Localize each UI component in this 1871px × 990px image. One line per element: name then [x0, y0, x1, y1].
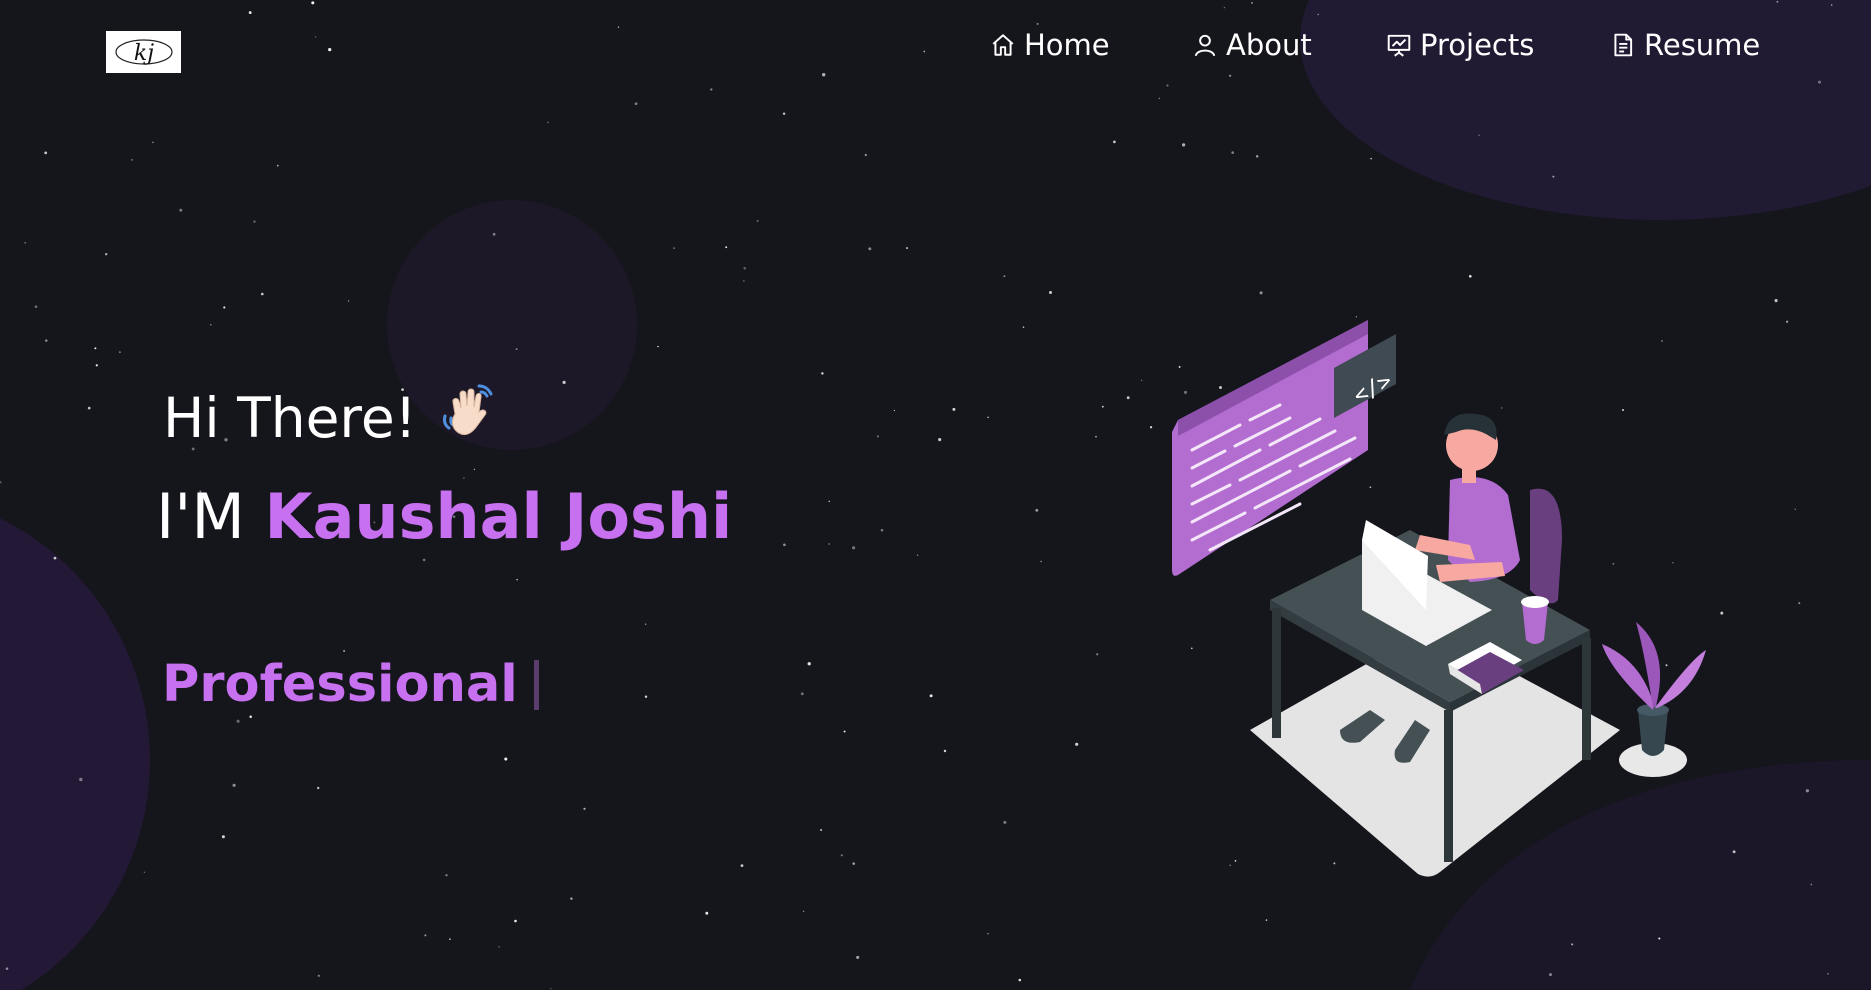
developer-illustration: </>	[1172, 320, 1706, 877]
nav-about[interactable]: About	[1192, 28, 1312, 62]
nav-resume[interactable]: Resume	[1610, 28, 1760, 62]
nav-projects-label: Projects	[1420, 28, 1535, 62]
waving-hand-emoji	[442, 384, 493, 436]
author-name: Kaushal Joshi	[264, 480, 733, 553]
greeting-heading: Hi There!	[163, 380, 501, 455]
logo[interactable]: kj	[106, 31, 181, 73]
typewriter-text: Professional	[162, 655, 539, 714]
left-blob	[0, 518, 150, 990]
nav-projects[interactable]: Projects	[1386, 28, 1534, 62]
typewriter-cursor	[533, 659, 539, 710]
nav-home-label: Home	[1024, 28, 1110, 62]
nav-home[interactable]: Home	[990, 28, 1110, 62]
nav-resume-label: Resume	[1644, 28, 1761, 62]
logo-monogram: kj	[114, 39, 173, 66]
svg-text:kj: kj	[133, 41, 153, 66]
greeting-text: Hi There!	[163, 385, 417, 450]
plant-illustration	[1602, 622, 1706, 756]
home-icon	[992, 34, 1014, 56]
typed-role: Professional	[162, 655, 518, 714]
waving-hand-icon	[439, 380, 501, 455]
nav-about-label: About	[1226, 28, 1312, 62]
user-icon	[1194, 34, 1216, 57]
intro-prefix: I'M	[156, 480, 245, 553]
intro-heading: I'M Kaushal Joshi	[156, 480, 732, 553]
presentation-icon	[1387, 34, 1411, 57]
document-icon	[1614, 33, 1633, 57]
